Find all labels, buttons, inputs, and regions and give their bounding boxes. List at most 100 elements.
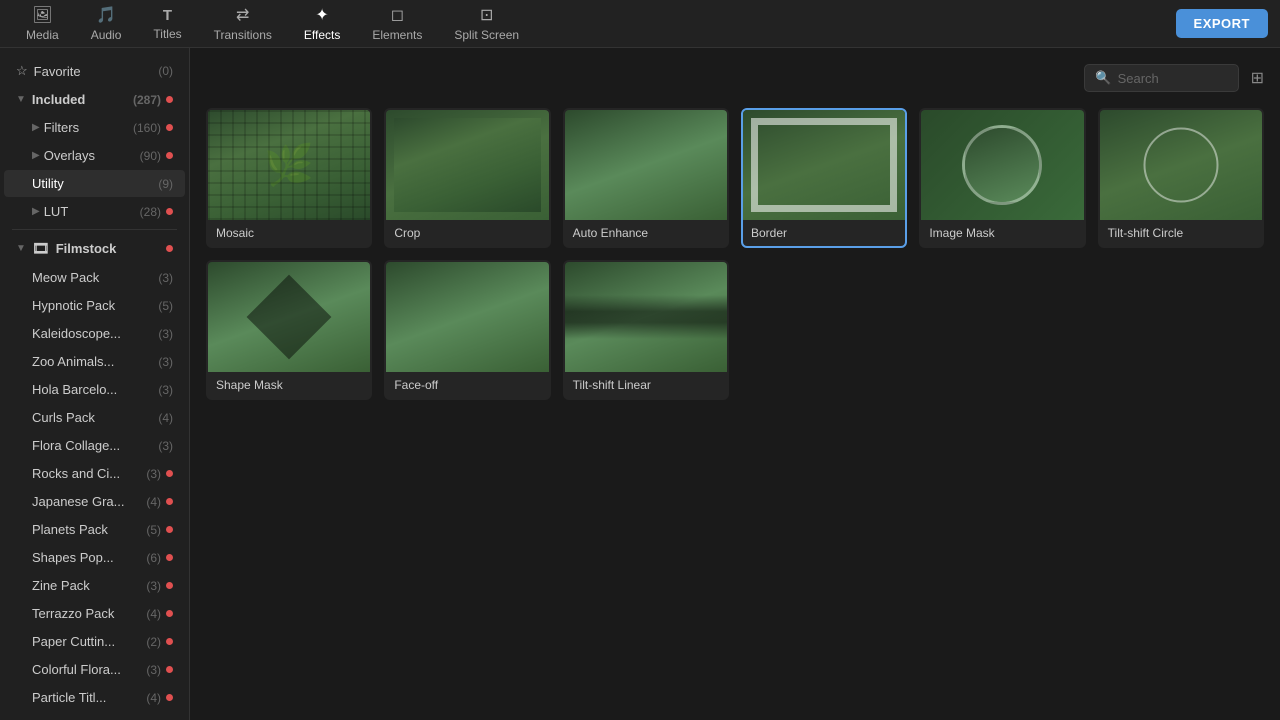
shapes-red-dot bbox=[166, 554, 173, 561]
japanese-gra-count: (4) bbox=[146, 495, 161, 509]
effect-card-mosaic[interactable]: Mosaic bbox=[206, 108, 372, 248]
sidebar-item-favorite[interactable]: ☆ Favorite (0) bbox=[4, 57, 185, 85]
effects-icon: ✦ bbox=[315, 5, 328, 25]
colorful-flora-count: (3) bbox=[146, 663, 161, 677]
sidebar-included-label: Included bbox=[32, 92, 133, 107]
sidebar-item-flora-collage[interactable]: Flora Collage... (3) bbox=[4, 432, 185, 459]
sidebar-item-meow-pack[interactable]: Meow Pack (3) bbox=[4, 264, 185, 291]
search-box[interactable]: 🔍 bbox=[1084, 64, 1238, 92]
filmstock-icon: 🎞 bbox=[32, 240, 50, 257]
nav-titles[interactable]: T Titles bbox=[139, 2, 195, 46]
effect-thumb-tiltshift-circle bbox=[1100, 110, 1262, 220]
sidebar-item-hola-barcelo[interactable]: Hola Barcelo... (3) bbox=[4, 376, 185, 403]
effect-card-border[interactable]: Border bbox=[741, 108, 907, 248]
effect-thumb-crop bbox=[386, 110, 548, 220]
nav-elements[interactable]: ◻ Elements bbox=[358, 2, 436, 46]
zine-red-dot bbox=[166, 582, 173, 589]
rocks-and-ci-label: Rocks and Ci... bbox=[32, 466, 142, 481]
sidebar-item-paper-cuttin[interactable]: Paper Cuttin... (2) bbox=[4, 628, 185, 655]
sidebar-item-japanese-gra[interactable]: Japanese Gra... (4) bbox=[4, 488, 185, 515]
overlays-expand-icon: ▶ bbox=[32, 150, 40, 161]
effect-card-image-mask[interactable]: Image Mask bbox=[919, 108, 1085, 248]
nav-effects[interactable]: ✦ Effects bbox=[290, 2, 354, 46]
included-collapse-icon: ▼ bbox=[16, 94, 26, 105]
included-red-dot bbox=[166, 96, 173, 103]
sidebar-filmstock-label: Filmstock bbox=[56, 241, 161, 256]
japanese-gra-label: Japanese Gra... bbox=[32, 494, 142, 509]
terrazzo-red-dot bbox=[166, 610, 173, 617]
sidebar-favorite-label: Favorite bbox=[34, 64, 155, 79]
top-nav: 🖼 Media 🎵 Audio T Titles ⇄ Transitions ✦… bbox=[0, 0, 1280, 48]
sidebar-filters-count: (160) bbox=[133, 121, 161, 135]
sidebar-item-particle-titl[interactable]: Particle Titl... (4) bbox=[4, 684, 185, 711]
sidebar-item-rocks-and-ci[interactable]: Rocks and Ci... (3) bbox=[4, 460, 185, 487]
effect-thumb-faceoff bbox=[386, 262, 548, 372]
sidebar-divider bbox=[12, 229, 177, 230]
effect-card-tiltshift-linear[interactable]: Tilt-shift Linear bbox=[563, 260, 729, 400]
nav-media[interactable]: 🖼 Media bbox=[12, 2, 73, 46]
shapes-pop-count: (6) bbox=[146, 551, 161, 565]
nav-split-screen[interactable]: ⊡ Split Screen bbox=[440, 2, 533, 46]
sidebar-lut-count: (28) bbox=[140, 205, 161, 219]
sidebar-overlays-count: (90) bbox=[140, 149, 161, 163]
sidebar-item-hypnotic-pack[interactable]: Hypnotic Pack (5) bbox=[4, 292, 185, 319]
kaleidoscope-count: (3) bbox=[158, 327, 173, 341]
effect-thumb-border bbox=[743, 110, 905, 220]
lut-red-dot bbox=[166, 208, 173, 215]
effect-name-tiltshift-circle: Tilt-shift Circle bbox=[1100, 220, 1262, 246]
sidebar-item-kaleidoscope[interactable]: Kaleidoscope... (3) bbox=[4, 320, 185, 347]
effect-card-shape-mask[interactable]: Shape Mask bbox=[206, 260, 372, 400]
effect-thumb-image-mask bbox=[921, 110, 1083, 220]
sidebar-item-zoo-animals[interactable]: Zoo Animals... (3) bbox=[4, 348, 185, 375]
nav-transitions[interactable]: ⇄ Transitions bbox=[200, 2, 286, 46]
kaleidoscope-label: Kaleidoscope... bbox=[32, 326, 154, 341]
paper-cuttin-count: (2) bbox=[146, 635, 161, 649]
colorful-flora-label: Colorful Flora... bbox=[32, 662, 142, 677]
effect-thumb-tiltshift-linear bbox=[565, 262, 727, 372]
export-button[interactable]: EXPORT bbox=[1176, 9, 1268, 38]
nav-elements-label: Elements bbox=[372, 28, 422, 42]
sidebar-item-overlays[interactable]: ▶ Overlays (90) bbox=[4, 142, 185, 169]
sidebar-filters-label: Filters bbox=[44, 120, 129, 135]
effect-card-tiltshift-circle[interactable]: Tilt-shift Circle bbox=[1098, 108, 1264, 248]
grid-view-icon[interactable]: ⊞ bbox=[1251, 68, 1264, 88]
sidebar-item-curls-pack[interactable]: Curls Pack (4) bbox=[4, 404, 185, 431]
sidebar-item-utility[interactable]: Utility (9) bbox=[4, 170, 185, 197]
sidebar-item-filters[interactable]: ▶ Filters (160) bbox=[4, 114, 185, 141]
effect-card-faceoff[interactable]: Face-off bbox=[384, 260, 550, 400]
nav-audio[interactable]: 🎵 Audio bbox=[77, 2, 136, 46]
sidebar: ☆ Favorite (0) ▼ Included (287) ▶ Filter… bbox=[0, 48, 190, 720]
sidebar-group-included[interactable]: ▼ Included (287) bbox=[4, 86, 185, 113]
sidebar-item-colorful-flora[interactable]: Colorful Flora... (3) bbox=[4, 656, 185, 683]
effect-card-crop[interactable]: Crop bbox=[384, 108, 550, 248]
sidebar-item-zine-pack[interactable]: Zine Pack (3) bbox=[4, 572, 185, 599]
particle-titl-label: Particle Titl... bbox=[32, 690, 142, 705]
effects-grid: Mosaic Crop Auto Enhance bbox=[206, 108, 1264, 400]
filters-red-dot bbox=[166, 124, 173, 131]
effects-content: 🔍 ⊞ Mosaic Crop bbox=[190, 48, 1280, 720]
particle-red-dot bbox=[166, 694, 173, 701]
search-input[interactable] bbox=[1118, 71, 1228, 86]
sidebar-item-lut[interactable]: ▶ LUT (28) bbox=[4, 198, 185, 225]
effect-name-tiltshift-linear: Tilt-shift Linear bbox=[565, 372, 727, 398]
effect-name-image-mask: Image Mask bbox=[921, 220, 1083, 246]
effect-name-auto-enhance: Auto Enhance bbox=[565, 220, 727, 246]
shapes-pop-label: Shapes Pop... bbox=[32, 550, 142, 565]
flora-collage-label: Flora Collage... bbox=[32, 438, 154, 453]
curls-pack-count: (4) bbox=[158, 411, 173, 425]
zine-pack-label: Zine Pack bbox=[32, 578, 142, 593]
zine-pack-count: (3) bbox=[146, 579, 161, 593]
nav-audio-label: Audio bbox=[91, 28, 122, 42]
main-content: ☆ Favorite (0) ▼ Included (287) ▶ Filter… bbox=[0, 48, 1280, 720]
effect-card-auto-enhance[interactable]: Auto Enhance bbox=[563, 108, 729, 248]
sidebar-item-planets-pack[interactable]: Planets Pack (5) bbox=[4, 516, 185, 543]
sidebar-item-shapes-pop[interactable]: Shapes Pop... (6) bbox=[4, 544, 185, 571]
sidebar-overlays-label: Overlays bbox=[44, 148, 136, 163]
sidebar-item-terrazzo-pack[interactable]: Terrazzo Pack (4) bbox=[4, 600, 185, 627]
effect-thumb-mosaic bbox=[208, 110, 370, 220]
paper-cuttin-label: Paper Cuttin... bbox=[32, 634, 142, 649]
sidebar-favorite-count: (0) bbox=[158, 64, 173, 78]
effect-name-border: Border bbox=[743, 220, 905, 246]
effect-name-shape-mask: Shape Mask bbox=[208, 372, 370, 398]
sidebar-group-filmstock[interactable]: ▼ 🎞 Filmstock bbox=[4, 234, 185, 263]
